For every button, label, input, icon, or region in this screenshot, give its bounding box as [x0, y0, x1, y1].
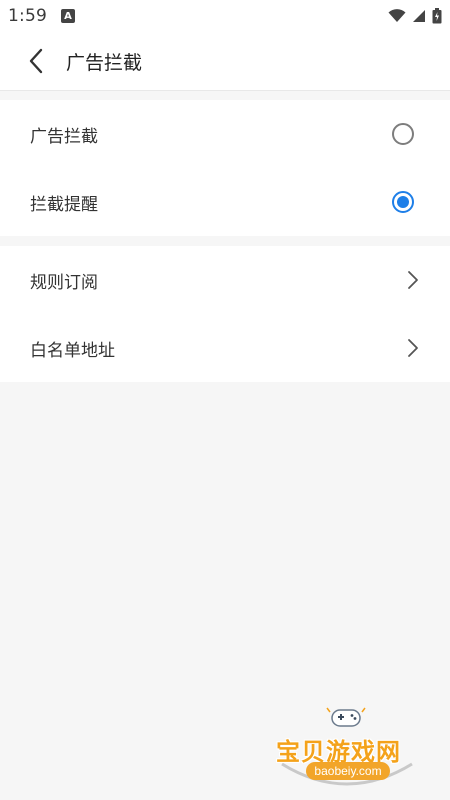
setting-row-whitelist[interactable]: 白名单地址 — [0, 314, 450, 382]
wifi-icon — [388, 9, 406, 22]
signal-icon — [413, 10, 425, 22]
setting-row-ad-block[interactable]: 广告拦截 — [0, 100, 450, 168]
back-arrow-icon — [29, 48, 43, 74]
page-title: 广告拦截 — [66, 51, 143, 74]
status-bar: 1:59 A — [0, 0, 450, 32]
status-time: 1:59 — [8, 6, 47, 26]
title-bar: 广告拦截 — [0, 32, 450, 91]
battery-icon — [432, 8, 442, 24]
gamepad-icon — [326, 707, 366, 727]
watermark-url: baobeiy.com — [306, 762, 390, 780]
chevron-right-icon — [408, 271, 418, 289]
notification-icon: A — [60, 9, 75, 23]
setting-label: 广告拦截 — [30, 126, 98, 147]
setting-label: 规则订阅 — [30, 272, 98, 293]
settings-group-navigation: 规则订阅 白名单地址 — [0, 246, 450, 382]
chevron-right-icon — [408, 339, 418, 357]
screen: 1:59 A 广告拦截 广告拦截 拦截提醒 规则订阅 白名单地址 宝贝游戏网 b… — [0, 0, 450, 800]
setting-label: 白名单地址 — [30, 340, 115, 361]
block-reminder-radio[interactable] — [392, 191, 414, 213]
setting-row-block-reminder[interactable]: 拦截提醒 — [0, 168, 450, 236]
setting-label: 拦截提醒 — [30, 194, 98, 215]
back-button[interactable] — [16, 41, 56, 81]
settings-group-toggles: 广告拦截 拦截提醒 — [0, 100, 450, 236]
setting-row-rule-subscription[interactable]: 规则订阅 — [0, 246, 450, 314]
ad-block-radio[interactable] — [392, 123, 414, 145]
radio-selected-dot — [397, 196, 409, 208]
watermark-logo: 宝贝游戏网 baobeiy.com — [272, 700, 422, 796]
status-icons — [388, 0, 442, 32]
